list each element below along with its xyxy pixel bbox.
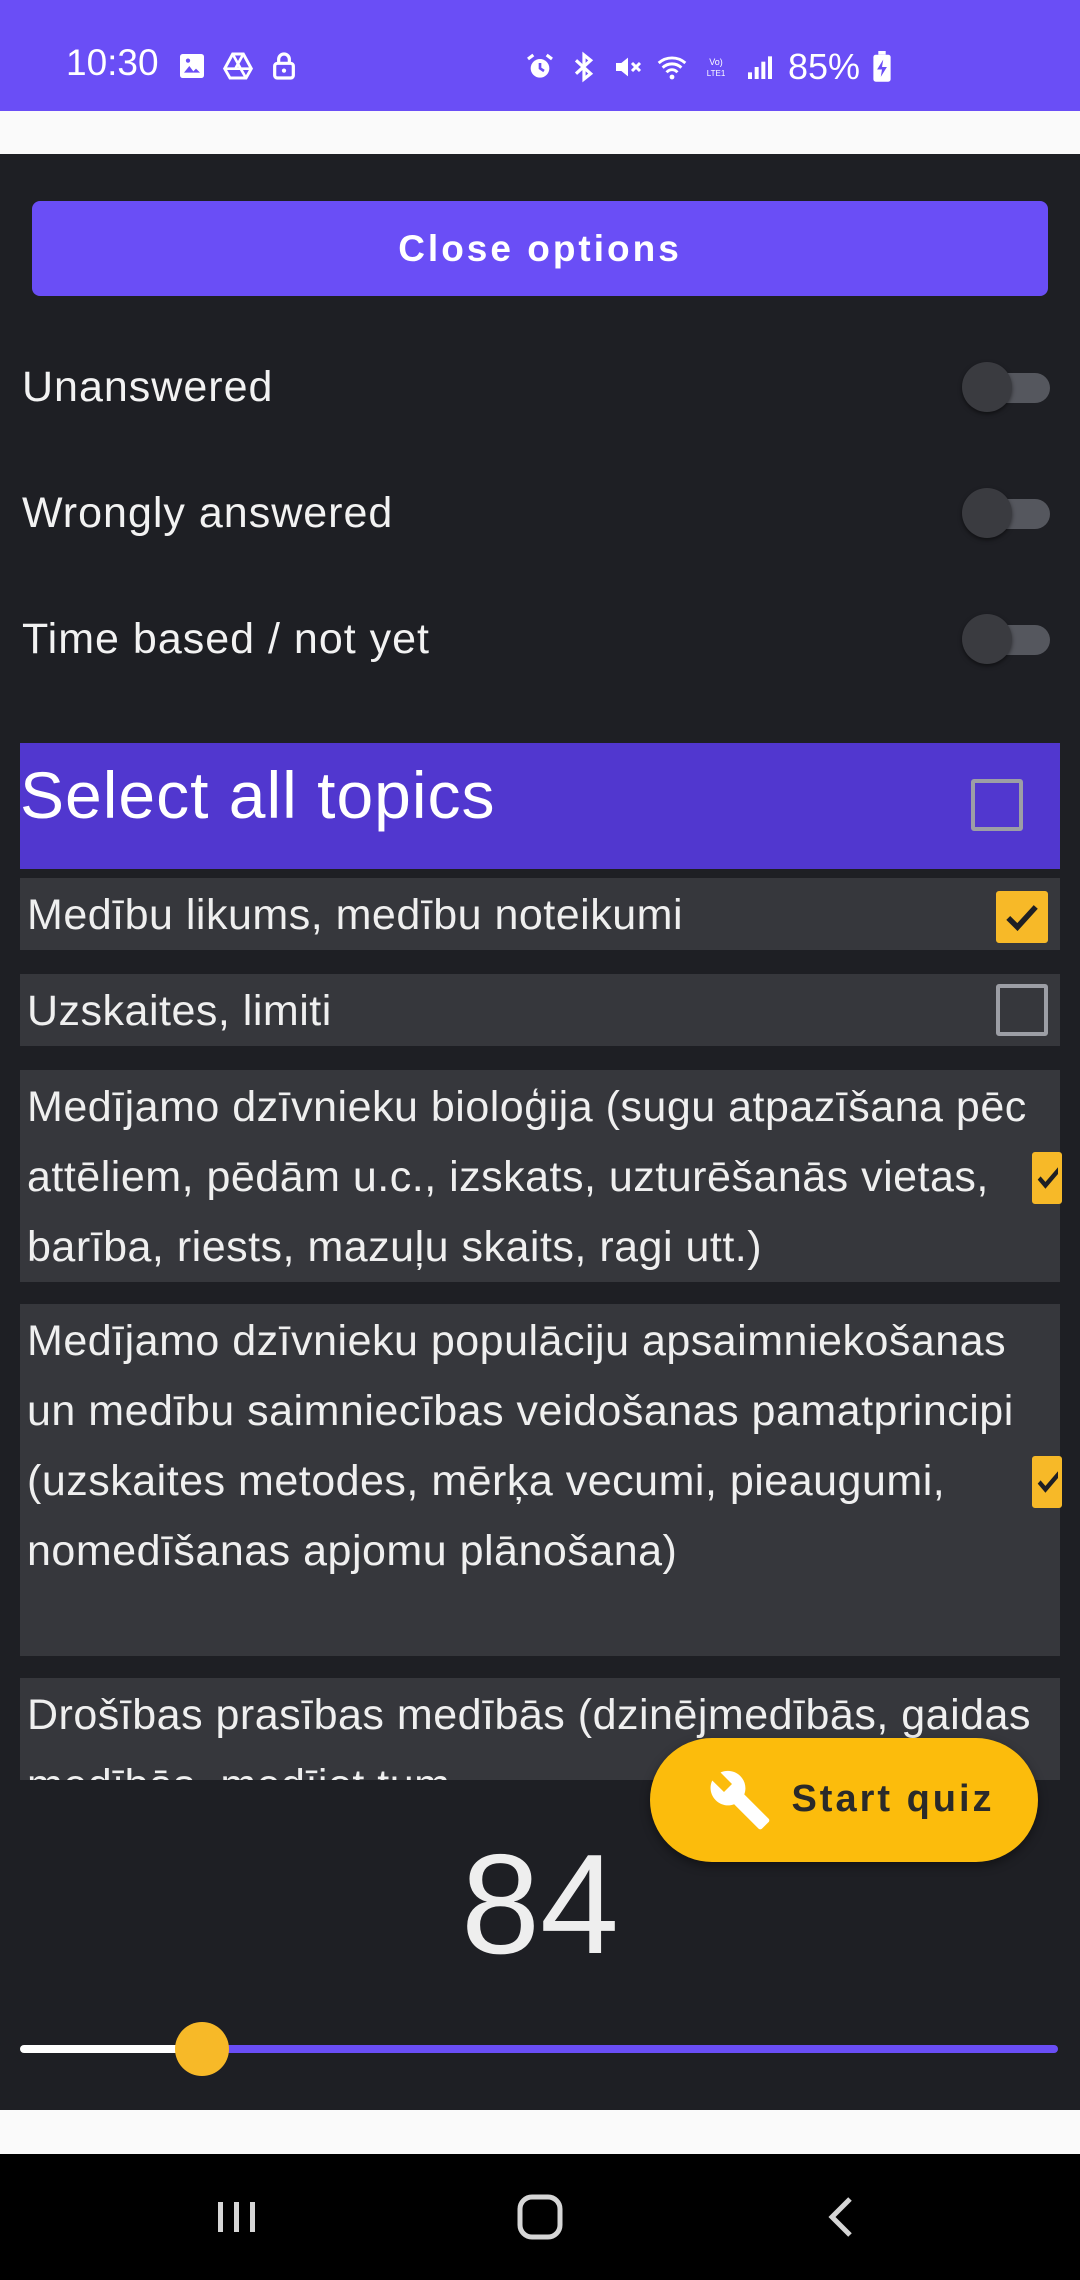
toggle-label: Unanswered: [22, 362, 274, 411]
app-bar-strip: [0, 111, 1080, 154]
image-icon: [180, 54, 204, 78]
select-all-topics-row[interactable]: Select all topics: [20, 743, 1060, 869]
topic-checkbox[interactable]: [996, 984, 1048, 1036]
bluetooth-icon: [574, 51, 594, 83]
toggle-label: Time based / not yet: [22, 614, 430, 663]
topic-label: Medījamo dzīvnieku populāciju apsaimniek…: [27, 1317, 1014, 1575]
status-bar: 10:30 Vo) LTE1 85%: [0, 0, 1080, 111]
status-left-icons: [176, 50, 300, 82]
home-icon[interactable]: [505, 2184, 575, 2250]
alarm-icon: [527, 53, 553, 78]
battery-percent: 85%: [788, 46, 861, 87]
svg-text:Vo): Vo): [709, 57, 723, 67]
drive-icon: [222, 52, 254, 80]
time-based-switch[interactable]: [962, 614, 1052, 664]
wrench-icon: [710, 1770, 770, 1830]
lock-icon: [273, 52, 295, 80]
slider-track-inactive[interactable]: [202, 2045, 1058, 2053]
toggle-label: Wrongly answered: [22, 488, 394, 537]
topic-item[interactable]: Medījamo dzīvnieku bioloģija (sugu atpaz…: [20, 1070, 1062, 1282]
wifi-icon: [657, 56, 687, 80]
start-quiz-button[interactable]: Start quiz: [650, 1738, 1038, 1862]
topic-label: Medījamo dzīvnieku bioloģija (sugu atpaz…: [27, 1083, 1027, 1271]
topic-list[interactable]: Medību likums, medību noteikumi Uzskaite…: [0, 870, 1080, 1780]
bottom-strip: [0, 2110, 1080, 2154]
svg-text:LTE1: LTE1: [707, 69, 726, 78]
select-all-label: Select all topics: [20, 758, 496, 832]
topic-label: Uzskaites, limiti: [27, 987, 332, 1035]
topic-item[interactable]: Uzskaites, limiti: [20, 974, 1060, 1046]
battery-charging-icon: [873, 51, 891, 82]
navigation-bar: [0, 2154, 1080, 2280]
slider-thumb[interactable]: [175, 2022, 229, 2076]
topic-checkbox[interactable]: [1032, 1152, 1062, 1204]
signal-icon: [748, 56, 772, 79]
topic-checkbox[interactable]: [996, 891, 1048, 943]
unanswered-switch[interactable]: [962, 362, 1052, 412]
mute-icon: [616, 57, 642, 77]
wrongly-answered-switch[interactable]: [962, 488, 1052, 538]
recent-apps-icon[interactable]: [202, 2184, 272, 2250]
topic-checkbox[interactable]: [1032, 1456, 1062, 1508]
start-quiz-label: Start quiz: [791, 1778, 995, 1820]
close-options-button[interactable]: Close options: [32, 201, 1048, 296]
topic-label: Medību likums, medību noteikumi: [27, 891, 684, 939]
toggle-row-wrongly-answered[interactable]: Wrongly answered: [22, 473, 1052, 553]
status-time: 10:30: [66, 42, 159, 83]
toggle-row-time-based[interactable]: Time based / not yet: [22, 599, 1052, 679]
back-icon[interactable]: [806, 2184, 876, 2250]
topic-item[interactable]: Medījamo dzīvnieku populāciju apsaimniek…: [20, 1304, 1062, 1656]
topic-item[interactable]: Medību likums, medību noteikumi: [20, 878, 1060, 950]
volte-icon: Vo) LTE1: [707, 57, 726, 78]
toggle-row-unanswered[interactable]: Unanswered: [22, 347, 1052, 427]
status-right-icons: Vo) LTE1 85%: [524, 46, 892, 88]
select-all-checkbox[interactable]: [971, 779, 1023, 831]
